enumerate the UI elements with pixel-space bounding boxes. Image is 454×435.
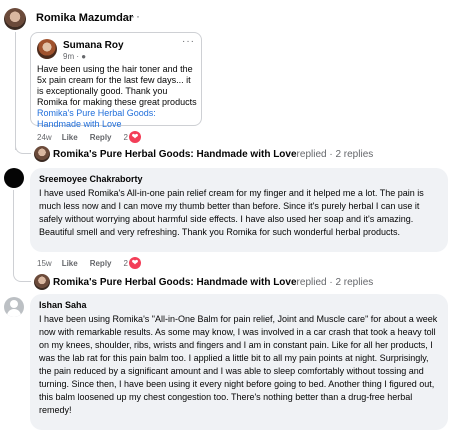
reaction-count[interactable]: 2 [124, 133, 128, 142]
shared-comment-card[interactable]: Sumana Roy 9m · ● ··· Have been using th… [30, 32, 202, 129]
replies-count: replied · 2 replies [296, 276, 374, 288]
comment-text: I have used Romika's All-in-one pain rel… [39, 188, 424, 237]
thread-line [15, 32, 16, 150]
shared-comment-time: 9m · ● [63, 52, 87, 61]
comment-actions: 15w Like Reply 2 ❤ [37, 257, 141, 269]
page-link[interactable]: Romika's Pure Herbal Goods: Handmade wit… [37, 108, 156, 129]
view-replies[interactable]: Romika's Pure Herbal Goods: Handmade wit… [13, 268, 374, 290]
comment-time[interactable]: 15w [37, 259, 52, 268]
thread-connector [15, 140, 31, 154]
comment-actions: 24w Like Reply 2 ❤ [37, 131, 141, 143]
page-avatar [34, 146, 50, 162]
reply-button[interactable]: Reply [90, 133, 112, 142]
post-author-name[interactable]: Romika Mazumdar [36, 12, 133, 24]
comment-author[interactable]: Sreemoyee Chakraborty [39, 174, 439, 184]
shared-comment-author[interactable]: Sumana Roy [63, 40, 124, 51]
comment-author[interactable]: Ishan Saha [39, 300, 439, 310]
avatar-sumana[interactable] [37, 39, 57, 59]
thread-line [13, 190, 14, 274]
shared-card-more-icon[interactable]: ··· [182, 36, 195, 47]
page-avatar [34, 274, 50, 290]
replied-page-name: Romika's Pure Herbal Goods: Handmade wit… [53, 276, 297, 288]
more-options-icon[interactable]: ··· [126, 9, 141, 23]
heart-icon[interactable]: ❤ [128, 257, 141, 269]
avatar-romika[interactable] [4, 8, 26, 30]
comment-text: I have been using Romika's "All-in-One B… [39, 314, 438, 415]
globe-icon: ● [81, 52, 87, 61]
comment-bubble: Ishan Saha I have been using Romika's "A… [30, 294, 448, 430]
replies-count: replied · 2 replies [296, 148, 374, 160]
reply-button[interactable]: Reply [90, 259, 112, 268]
avatar-sreemoyee[interactable] [4, 168, 24, 188]
thread-connector [13, 268, 31, 282]
heart-icon[interactable]: ❤ [128, 131, 141, 143]
view-replies[interactable]: Romika's Pure Herbal Goods: Handmade wit… [15, 140, 374, 162]
comment-bubble: Sreemoyee Chakraborty I have used Romika… [30, 168, 448, 252]
like-button[interactable]: Like [62, 133, 78, 142]
reaction-count[interactable]: 2 [124, 259, 128, 268]
comment-time[interactable]: 24w [37, 133, 52, 142]
like-button[interactable]: Like [62, 259, 78, 268]
replied-page-name: Romika's Pure Herbal Goods: Handmade wit… [53, 148, 297, 160]
avatar-ishan[interactable] [4, 297, 24, 317]
shared-comment-text: Have been using the hair toner and the 5… [37, 64, 197, 129]
